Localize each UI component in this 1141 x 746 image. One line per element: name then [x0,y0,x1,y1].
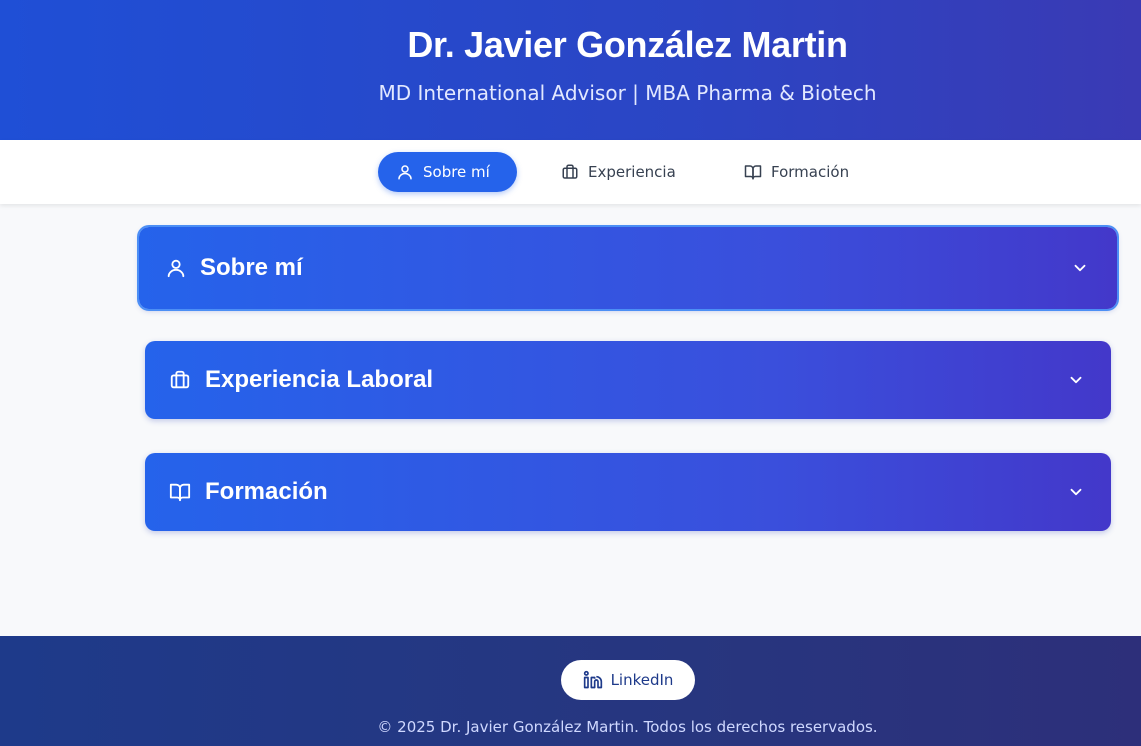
section-title: Sobre mí [200,254,303,281]
page-subtitle: MD International Advisor | MBA Pharma & … [378,81,877,105]
linkedin-label: LinkedIn [610,671,674,689]
section-formacion[interactable]: Formación [145,453,1111,531]
nav-item-experiencia[interactable]: Experiencia [543,152,698,192]
page-title: Dr. Javier González Martin [407,24,848,65]
copyright-text: © 2025 Dr. Javier González Martin. Todos… [377,718,878,736]
section-experiencia-laboral[interactable]: Experiencia Laboral [145,341,1111,419]
linkedin-icon [583,670,602,689]
briefcase-icon [562,164,578,179]
section-title: Formación [205,478,328,505]
chevron-down-icon [1074,264,1086,272]
briefcase-icon [170,370,190,389]
user-icon [398,165,412,180]
linkedin-button[interactable]: LinkedIn [561,660,695,700]
page-footer: LinkedIn © 2025 Dr. Javier González Mart… [0,636,1141,746]
chevron-down-icon [1070,488,1082,496]
nav-item-label: Experiencia [588,163,676,181]
nav-item-label: Sobre mí [423,163,490,181]
section-title: Experiencia Laboral [205,366,434,393]
book-icon [169,483,191,502]
nav-item-formacion[interactable]: Formación [726,152,876,192]
page-header: Dr. Javier González Martin MD Internatio… [0,0,1141,140]
chevron-down-icon [1070,376,1082,384]
section-nav: Sobre mí Experiencia Formación [0,140,1141,204]
section-sobre-mi[interactable]: Sobre mí [137,225,1119,311]
nav-item-label: Formación [771,163,850,181]
user-icon [167,259,185,278]
book-icon [744,165,762,180]
nav-item-sobre-mi[interactable]: Sobre mí [378,152,517,192]
